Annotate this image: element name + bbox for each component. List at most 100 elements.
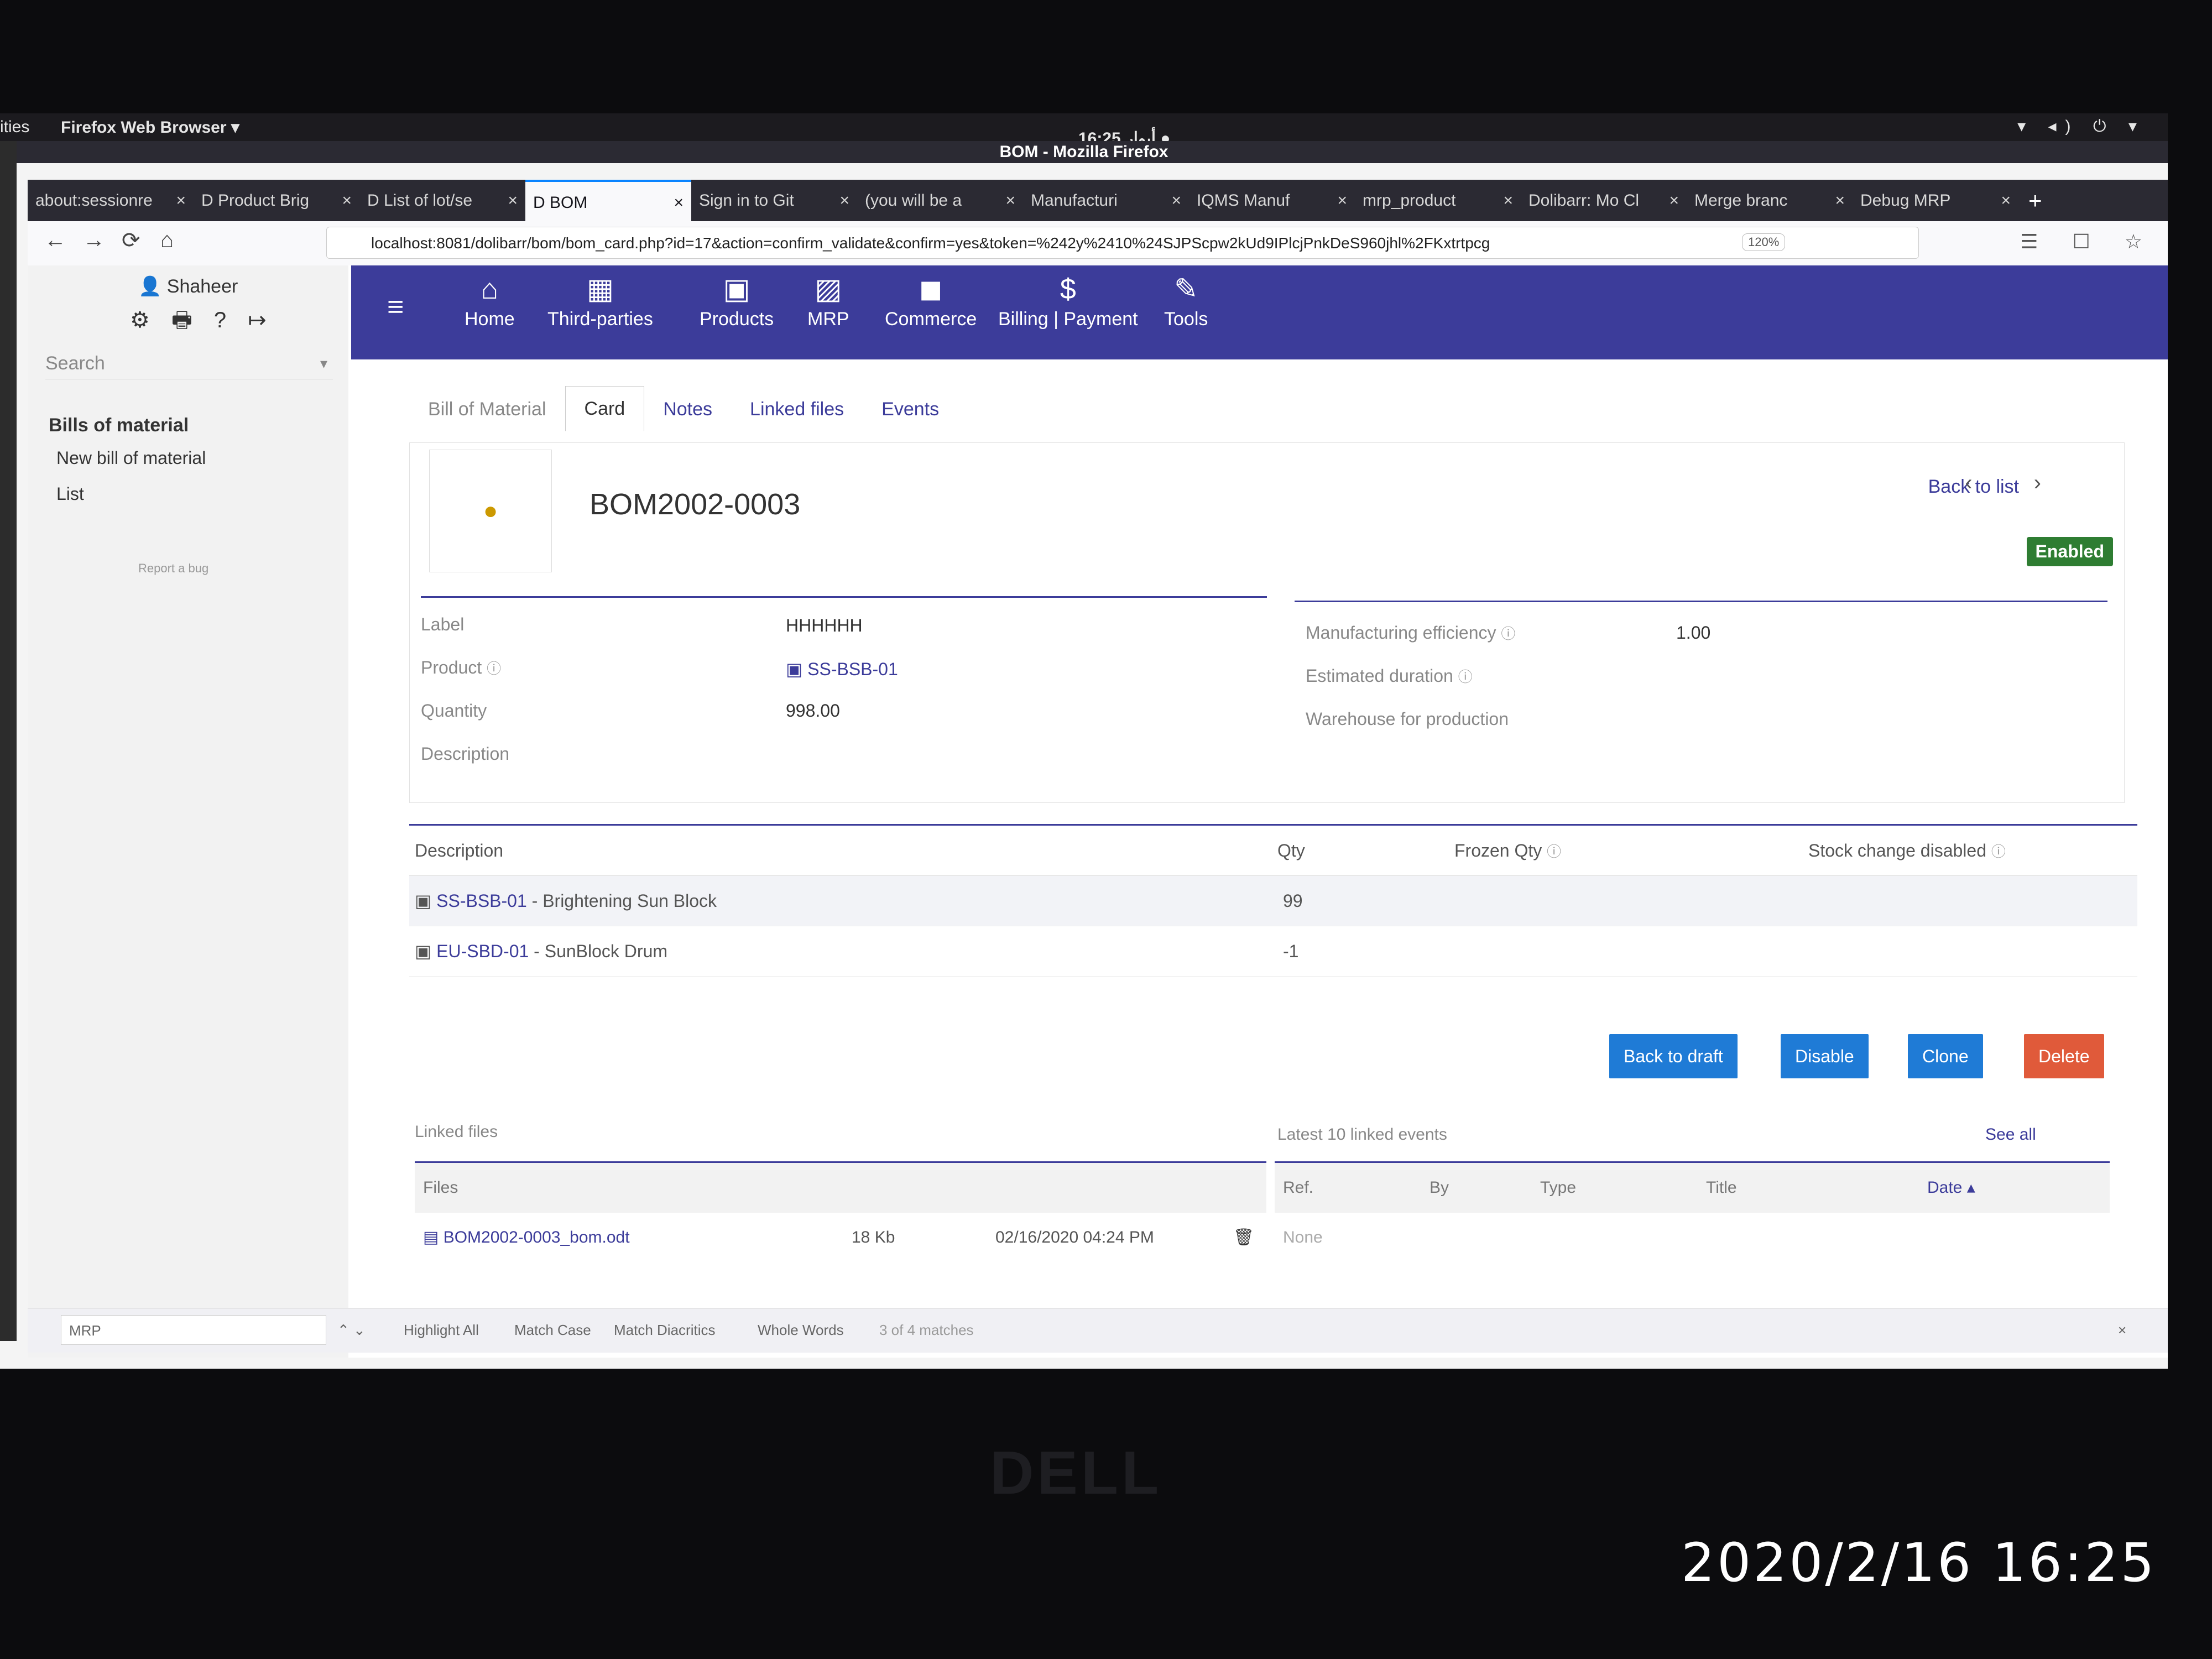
see-all-link[interactable]: See all [1985,1125,2036,1144]
browser-tab[interactable]: Manufacturi × [1023,180,1189,221]
back-icon[interactable]: ← [44,228,66,253]
table-row: ▤ BOM2002-0003_bom.odt 18 Kb 02/16/2020 … [415,1213,1266,1262]
close-icon[interactable]: × [1503,180,1513,221]
product-label: - SunBlock Drum [529,941,668,961]
tab-bill-of-material[interactable]: Bill of Material [409,387,565,431]
browser-tab[interactable]: D Product Brig × [194,180,359,221]
tab-label: D List of lot/se [367,191,473,210]
product-link[interactable]: ▣ SS-BSB-01 [786,659,898,680]
trash-icon[interactable]: 🗑 [1233,1213,1254,1262]
quantity-value: 998.00 [786,701,840,721]
close-icon[interactable]: × [176,180,186,221]
divider [1295,601,2107,602]
menu-products[interactable]: ▣ Products [700,270,774,330]
col-date-sort[interactable]: Date ▴ [1927,1163,1975,1213]
close-icon[interactable]: × [2001,180,2011,221]
match-diacritics-checkbox[interactable]: Match Diacritics [614,1322,715,1339]
tab-card[interactable]: Card [565,386,645,431]
system-tray[interactable]: ▾ ◂) ⏻ ▾ [2017,117,2146,136]
tab-label: D Product Brig [201,191,310,210]
col-qty: Qty [1277,841,1305,860]
close-icon[interactable]: × [1669,180,1679,221]
close-icon[interactable]: × [1337,180,1347,221]
menu-tools[interactable]: ✎ Tools [1164,270,1208,330]
close-icon[interactable]: × [342,180,352,221]
tab-linked-files[interactable]: Linked files [731,387,863,431]
product-ref: SS-BSB-01 [807,659,898,679]
home-icon: ⌂ [481,273,499,305]
browser-tab[interactable]: D List of lot/se × [359,180,525,221]
browser-tab[interactable]: Dolibarr: Mo Cl × [1521,180,1687,221]
forward-icon[interactable]: → [83,228,105,253]
disable-button[interactable]: Disable [1781,1034,1869,1078]
field-label: Warehouse for production [1306,709,1509,729]
record-pager[interactable]: ‹ › [1965,471,2069,495]
toolbar-icons[interactable]: ☰ ☐ ☆ [2020,230,2157,253]
menu-heading-bom[interactable]: Bills of material [49,415,189,436]
browser-tab[interactable]: (you will be a × [857,180,1023,221]
browser-tab[interactable]: Merge branc × [1687,180,1853,221]
table-row: None [1275,1213,2110,1262]
whole-words-checkbox[interactable]: Whole Words [758,1322,844,1339]
find-prev-next[interactable]: ⌃ ⌄ [337,1322,366,1339]
col-description: Description [415,841,504,860]
bom-ref: BOM2002-0003 [589,488,801,521]
close-icon[interactable]: × [1005,180,1015,221]
back-to-draft-button[interactable]: Back to draft [1609,1034,1738,1078]
menu-commerce[interactable]: ◼ Commerce [885,270,977,330]
search-select[interactable]: Search ▾ [45,348,333,379]
browser-tab[interactable]: Debug MRP × [1853,180,2018,221]
menu-third-parties[interactable]: ▦ Third-parties [547,270,653,330]
new-tab-button[interactable]: + [2018,180,2042,221]
close-icon[interactable]: × [1171,180,1181,221]
menu-billing[interactable]: $ Billing | Payment [998,270,1138,330]
find-input[interactable]: MRP [61,1315,326,1345]
highlight-all-checkbox[interactable]: Highlight All [404,1322,479,1339]
status-badge: Enabled [2026,537,2113,566]
activities-button[interactable]: ities [0,118,29,137]
close-icon[interactable]: × [674,182,684,221]
browser-tab[interactable]: Sign in to Git × [691,180,857,221]
close-icon[interactable]: × [839,180,849,221]
menu-item-list[interactable]: List [56,484,84,504]
left-menu: 👤 Shaheer ⚙ 🖶 ? ↦ Search ▾ Bills of mater… [28,265,348,1358]
table-row: ▣ EU-SBD-01 - SunBlock Drum -1 [409,926,2137,977]
tab-label: Manufacturi [1031,191,1118,210]
url-bar[interactable]: localhost:8081/dolibarr/bom/bom_card.php… [326,227,1919,259]
zoom-indicator[interactable]: 120% [1742,233,1786,251]
browser-tab[interactable]: mrp_product × [1355,180,1521,221]
find-bar: MRP ⌃ ⌄ Highlight All Match Case Match D… [28,1308,2168,1353]
report-bug-link[interactable]: Report a bug [138,561,208,576]
browser-tab-active[interactable]: D BOM × [525,180,691,221]
menu-home[interactable]: ⌂ Home [465,270,515,330]
tab-events[interactable]: Events [863,387,958,431]
field-label: Manufacturing efficiency ⓘ [1306,623,1516,643]
close-icon[interactable]: × [508,180,518,221]
menu-label: Third-parties [547,309,653,330]
home-icon[interactable]: ⌂ [160,228,174,253]
user-tool-icons[interactable]: ⚙ 🖶 ? ↦ [130,304,274,342]
reload-icon[interactable]: ⟳ [122,228,140,253]
app-menu[interactable]: Firefox Web Browser ▾ [61,118,239,137]
product-icon: ▣ [415,941,437,961]
browser-tab[interactable]: about:sessionre × [28,180,194,221]
file-link[interactable]: ▤ BOM2002-0003_bom.odt [423,1213,630,1262]
col-stock-change: Stock change disabled ⓘ [1808,841,2006,860]
close-icon[interactable]: × [2118,1322,2126,1339]
clone-button[interactable]: Clone [1908,1034,1983,1078]
menu-item-new-bom[interactable]: New bill of material [56,448,206,468]
user-name[interactable]: 👤 Shaheer [138,275,238,298]
match-case-checkbox[interactable]: Match Case [514,1322,591,1339]
browser-tab[interactable]: IQMS Manuf × [1189,180,1355,221]
delete-button[interactable]: Delete [2024,1034,2104,1078]
gnome-top-bar: ities Firefox Web Browser ▾ 16:25 أبوار … [0,113,2168,148]
tab-notes[interactable]: Notes [644,387,731,431]
menu-mrp[interactable]: ▨ MRP [807,270,849,330]
product-link[interactable]: EU-SBD-01 [436,941,529,961]
col-type: Type [1540,1178,1577,1197]
close-icon[interactable]: × [1835,180,1845,221]
hamburger-icon[interactable]: ≡ [387,290,404,324]
bom-lines-table: Description Qty Frozen Qty ⓘ Stock chang… [409,824,2137,977]
product-link[interactable]: SS-BSB-01 [436,891,527,911]
menu-label: MRP [807,309,849,330]
